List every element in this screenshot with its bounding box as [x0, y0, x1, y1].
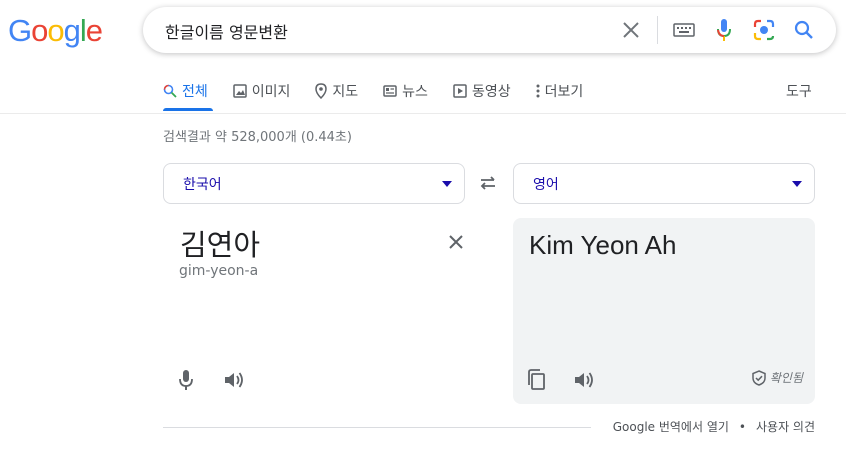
more-icon: [536, 84, 540, 98]
dropdown-caret-icon: [792, 181, 802, 187]
verified-label: 확인됨: [769, 371, 803, 385]
search-icon: [163, 84, 177, 98]
image-icon: [233, 84, 247, 98]
copy-icon[interactable]: [525, 368, 549, 392]
logo-letter: e: [85, 13, 103, 48]
dropdown-caret-icon: [442, 181, 452, 187]
tab-maps[interactable]: 지도: [315, 78, 358, 104]
clear-icon[interactable]: [611, 7, 651, 53]
clear-source-icon[interactable]: [445, 231, 467, 253]
logo-letter: g: [63, 13, 81, 48]
source-language-select[interactable]: 한국어: [163, 163, 465, 204]
search-tabs: 전체 이미지 지도 뉴스 동영상 더보기: [163, 78, 608, 114]
verified-badge[interactable]: 확인됨: [752, 369, 803, 386]
mic-icon[interactable]: [704, 7, 744, 53]
search-actions: [611, 7, 824, 53]
tab-videos[interactable]: 동영상: [453, 78, 511, 104]
tab-label: 더보기: [544, 84, 584, 100]
news-icon: [383, 85, 397, 97]
tab-label: 뉴스: [402, 84, 428, 100]
target-language-label: 영어: [533, 176, 559, 193]
lens-icon[interactable]: [744, 7, 784, 53]
translator-footer: Google 번역에서 열기 • 사용자 의견: [613, 418, 815, 435]
logo-letter: o: [31, 13, 48, 48]
translation-output-text: Kim Yeon Ah: [529, 230, 677, 260]
video-icon: [453, 84, 467, 98]
tools-button[interactable]: 도구: [786, 81, 812, 101]
result-stats: 검색결과 약 528,000개 (0.44초): [163, 130, 352, 145]
source-language-label: 한국어: [183, 176, 222, 193]
tab-more[interactable]: 더보기: [536, 78, 584, 104]
search-box[interactable]: 한글이름 영문변환: [143, 7, 836, 53]
keyboard-icon[interactable]: [664, 7, 704, 53]
source-transliteration: gim-yeon-a: [179, 263, 259, 279]
search-icon[interactable]: [784, 7, 824, 53]
logo-letter: o: [47, 13, 64, 48]
search-divider: [657, 16, 658, 44]
tab-label: 전체: [182, 84, 208, 100]
active-tab-indicator: [163, 108, 213, 111]
google-logo[interactable]: Google: [8, 13, 103, 49]
footer-separator: •: [738, 419, 746, 434]
tab-label: 동영상: [471, 84, 511, 100]
translation-output-panel: Kim Yeon Ah 확인됨: [513, 218, 815, 404]
open-in-translate-link[interactable]: Google 번역에서 열기: [613, 418, 729, 435]
source-text-input[interactable]: 김연아: [180, 222, 260, 264]
tab-label: 이미지: [251, 84, 291, 100]
tab-label: 지도: [332, 84, 359, 100]
verified-shield-icon: [752, 369, 766, 386]
footer-divider: [163, 427, 591, 428]
swap-languages-icon[interactable]: [478, 173, 498, 193]
voice-input-icon[interactable]: [174, 368, 198, 392]
header-divider: [0, 113, 846, 114]
feedback-link[interactable]: 사용자 의견: [756, 418, 815, 435]
tab-news[interactable]: 뉴스: [383, 78, 428, 104]
tab-images[interactable]: 이미지: [233, 78, 291, 104]
tab-all[interactable]: 전체: [163, 78, 208, 104]
search-input[interactable]: 한글이름 영문변환: [165, 19, 288, 43]
map-pin-icon: [315, 83, 328, 99]
target-language-select[interactable]: 영어: [513, 163, 815, 204]
listen-translation-icon[interactable]: [572, 368, 596, 392]
logo-letter: G: [8, 13, 32, 48]
listen-source-icon[interactable]: [222, 368, 246, 392]
